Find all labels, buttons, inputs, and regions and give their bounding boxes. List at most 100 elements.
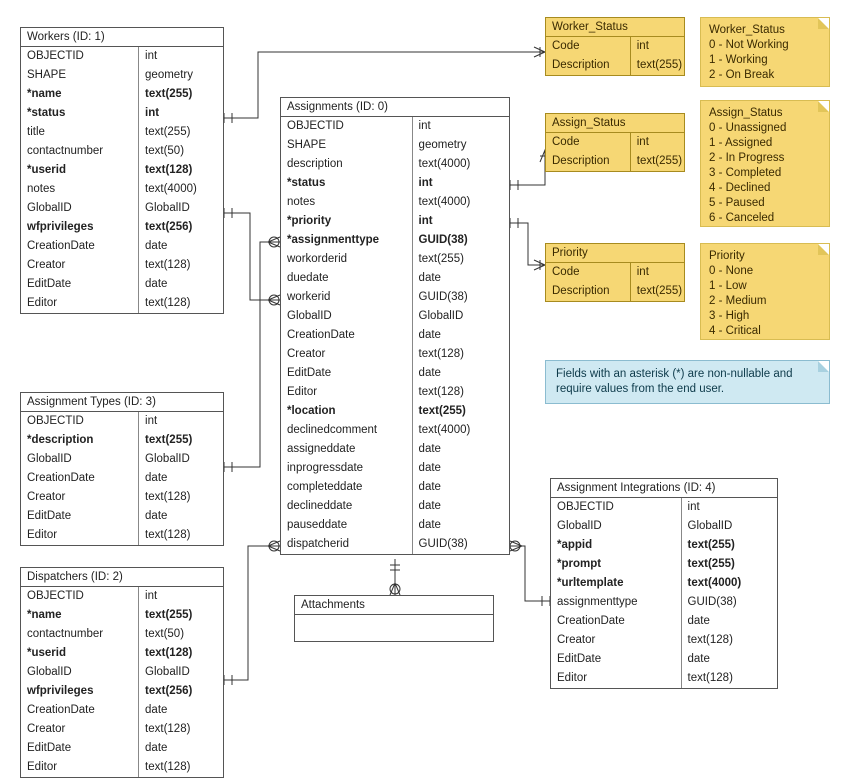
field-name: Code <box>546 133 631 152</box>
field-name: *assignmenttype <box>281 231 413 250</box>
field-type: date <box>413 364 509 383</box>
field-type: text(128) <box>139 488 223 507</box>
table-row: Descriptiontext(255) <box>546 282 684 301</box>
field-name: *description <box>21 431 139 450</box>
field-name: Editor <box>21 758 139 777</box>
field-type: GUID(38) <box>413 288 509 307</box>
field-name: contactnumber <box>21 142 139 161</box>
table-row: declinedcommenttext(4000) <box>281 421 509 440</box>
field-name: EditDate <box>281 364 413 383</box>
table-row: *nametext(255) <box>21 606 223 625</box>
field-name: OBJECTID <box>21 412 139 431</box>
field-type: text(4000) <box>413 421 509 440</box>
field-name: *status <box>281 174 413 193</box>
info-asterisk: Fields with an asterisk (*) are non-null… <box>545 360 830 404</box>
entity-workers-title: Workers (ID: 1) <box>21 28 223 47</box>
entity-assignments: Assignments (ID: 0) OBJECTIDintSHAPEgeom… <box>280 97 510 555</box>
table-row: OBJECTIDint <box>21 47 223 66</box>
field-name: pauseddate <box>281 516 413 535</box>
field-name: Editor <box>21 294 139 313</box>
note-line: 0 - None <box>709 264 821 279</box>
field-name: notes <box>21 180 139 199</box>
table-row: completeddatedate <box>281 478 509 497</box>
lookup-priority-title: Priority <box>546 244 684 263</box>
table-row: OBJECTIDint <box>281 117 509 136</box>
field-type: GUID(38) <box>682 593 777 612</box>
note-priority: Priority 0 - None1 - Low2 - Medium3 - Hi… <box>700 243 830 340</box>
table-row: CreationDatedate <box>551 612 777 631</box>
table-row: Codeint <box>546 37 684 56</box>
table-row: CreationDatedate <box>21 469 223 488</box>
note-line: 3 - High <box>709 309 821 324</box>
table-row: OBJECTIDint <box>551 498 777 517</box>
table-row: Editortext(128) <box>21 294 223 313</box>
lookup-worker-status-fields: CodeintDescriptiontext(255) <box>546 37 684 75</box>
table-row: Creatortext(128) <box>21 488 223 507</box>
field-type: text(128) <box>413 383 509 402</box>
table-row: workeridGUID(38) <box>281 288 509 307</box>
field-name: assignmenttype <box>551 593 682 612</box>
table-row: OBJECTIDint <box>21 412 223 431</box>
field-name: Creator <box>21 720 139 739</box>
table-row: EditDatedate <box>21 275 223 294</box>
table-row: contactnumbertext(50) <box>21 142 223 161</box>
field-name: wfprivileges <box>21 218 139 237</box>
field-name: GlobalID <box>281 307 413 326</box>
field-type: int <box>631 37 684 56</box>
note-assign-status-body: 0 - Unassigned1 - Assigned2 - In Progres… <box>709 121 821 226</box>
note-line: 1 - Assigned <box>709 136 821 151</box>
lookup-priority: Priority CodeintDescriptiontext(255) <box>545 243 685 302</box>
field-name: CreationDate <box>281 326 413 345</box>
field-name: Code <box>546 37 631 56</box>
table-row: *prompttext(255) <box>551 555 777 574</box>
field-type: text(255) <box>682 536 777 555</box>
note-line: 3 - Completed <box>709 166 821 181</box>
table-row: GlobalIDGlobalID <box>551 517 777 536</box>
field-type: date <box>413 516 509 535</box>
field-type: text(128) <box>139 720 223 739</box>
field-type: text(255) <box>413 250 509 269</box>
field-name: *location <box>281 402 413 421</box>
field-type: GlobalID <box>682 517 777 536</box>
note-line: 0 - Not Working <box>709 38 821 53</box>
field-name: *name <box>21 606 139 625</box>
field-name: CreationDate <box>21 701 139 720</box>
table-row: *descriptiontext(255) <box>21 431 223 450</box>
field-type: text(50) <box>139 625 223 644</box>
table-row: assigneddatedate <box>281 440 509 459</box>
field-type: text(256) <box>139 682 223 701</box>
note-worker-status-title: Worker_Status <box>709 23 821 38</box>
note-priority-title: Priority <box>709 249 821 264</box>
note-line: 1 - Working <box>709 53 821 68</box>
field-type: text(128) <box>139 758 223 777</box>
table-row: Descriptiontext(255) <box>546 56 684 75</box>
table-row: SHAPEgeometry <box>281 136 509 155</box>
field-type: text(128) <box>139 526 223 545</box>
field-name: assigneddate <box>281 440 413 459</box>
field-name: EditDate <box>551 650 682 669</box>
field-type: date <box>139 469 223 488</box>
table-row: GlobalIDGlobalID <box>21 199 223 218</box>
table-row: wfprivilegestext(256) <box>21 218 223 237</box>
table-row: EditDatedate <box>21 507 223 526</box>
field-type: date <box>413 440 509 459</box>
field-name: *appid <box>551 536 682 555</box>
note-line: 0 - Unassigned <box>709 121 821 136</box>
field-type: GUID(38) <box>413 231 509 250</box>
field-name: *prompt <box>551 555 682 574</box>
field-name: GlobalID <box>21 663 139 682</box>
table-row: *useridtext(128) <box>21 644 223 663</box>
field-type: int <box>413 117 509 136</box>
table-row: assignmenttypeGUID(38) <box>551 593 777 612</box>
entity-integrations: Assignment Integrations (ID: 4) OBJECTID… <box>550 478 778 689</box>
entity-attachments-body <box>295 615 493 641</box>
field-name: OBJECTID <box>21 47 139 66</box>
note-line: 2 - On Break <box>709 68 821 83</box>
entity-dispatchers-fields: OBJECTIDint*nametext(255)contactnumberte… <box>21 587 223 777</box>
field-name: CreationDate <box>21 237 139 256</box>
field-name: dispatcherid <box>281 535 413 554</box>
note-worker-status: Worker_Status 0 - Not Working1 - Working… <box>700 17 830 87</box>
field-type: int <box>139 104 223 123</box>
table-row: SHAPEgeometry <box>21 66 223 85</box>
note-line: 4 - Declined <box>709 181 821 196</box>
